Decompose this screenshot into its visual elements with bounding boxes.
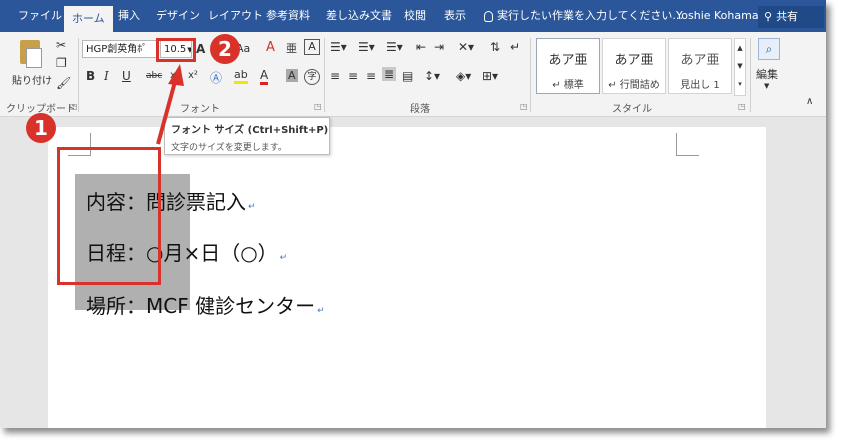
annotation-badge-2: 2 [210, 34, 240, 64]
annotation-arrow [156, 64, 184, 145]
arrow-shaft [156, 77, 178, 145]
annotation-badge-1: 1 [26, 113, 56, 143]
arrow-head [168, 64, 184, 86]
